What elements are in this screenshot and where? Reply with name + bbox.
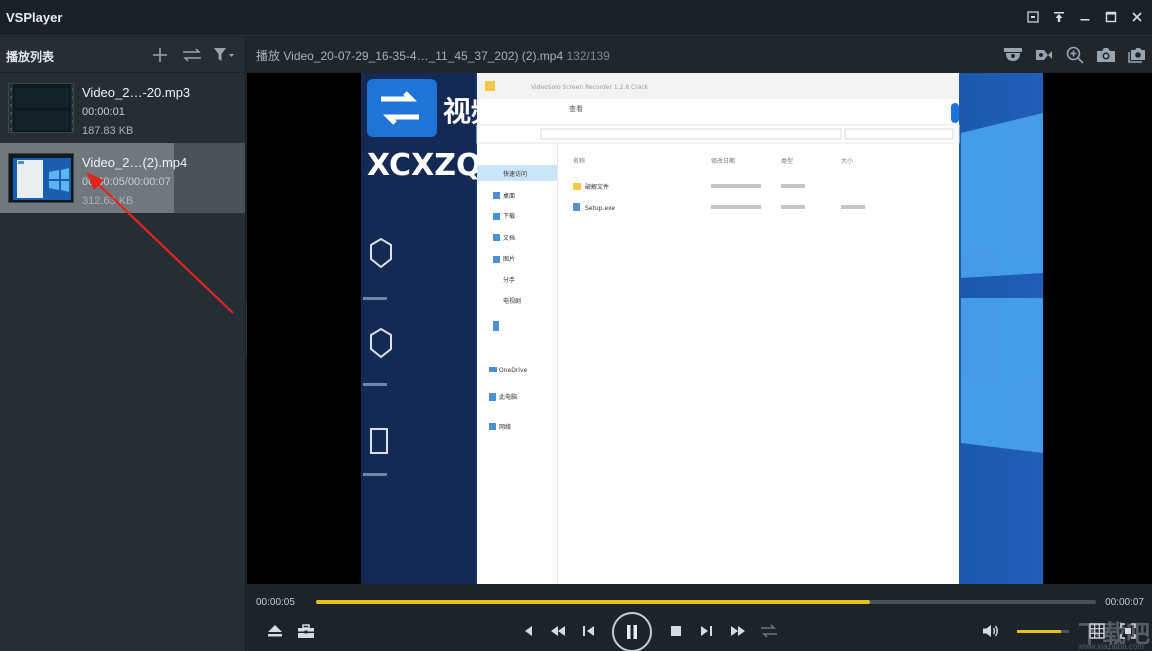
window-controls xyxy=(1024,8,1146,26)
minimize-icon[interactable] xyxy=(1076,8,1094,26)
app-title: VSPlayer xyxy=(6,10,62,25)
banner-text: XCXZQ xyxy=(367,148,481,183)
column-header: 名称 xyxy=(573,157,585,165)
pause-icon xyxy=(625,624,639,640)
explorer-tab: 查看 xyxy=(569,104,583,113)
nav-item: 电视剧 xyxy=(503,297,521,305)
stop-icon[interactable] xyxy=(664,621,688,641)
audio-thumbnail xyxy=(8,83,74,133)
batch-snapshot-icon[interactable] xyxy=(1126,44,1148,66)
column-header: 修改日期 xyxy=(711,157,735,165)
pin-icon[interactable] xyxy=(1050,8,1068,26)
nav-item: 网络 xyxy=(499,423,511,431)
volume-icon[interactable] xyxy=(979,621,1003,641)
playlist-item-name: Video_2…-20.mp3 xyxy=(82,85,190,100)
nav-item: 桌面 xyxy=(503,192,515,200)
file-row: 破解文件 xyxy=(585,183,609,191)
step-back-icon[interactable] xyxy=(577,621,601,641)
dome-camera-icon[interactable] xyxy=(1002,44,1024,66)
now-playing-label: 播放 Video_20-07-29_16-35-4…_11_45_37_202)… xyxy=(256,47,610,64)
file-row: Setup.exe xyxy=(585,205,615,212)
loop-mode-icon[interactable] xyxy=(181,45,203,65)
frame-counter: 132/139 xyxy=(566,49,609,63)
rewind-icon[interactable] xyxy=(546,621,570,641)
volume-level xyxy=(1017,630,1061,633)
current-time: 00:00:05 xyxy=(256,597,295,608)
playlist-header: 播放列表 xyxy=(0,37,245,73)
playlist-item[interactable]: Video_2…-20.mp3 00:00:01 187.83 KB xyxy=(0,73,245,143)
playlist-item-size: 187.83 KB xyxy=(82,125,133,137)
mini-mode-icon[interactable] xyxy=(1024,8,1042,26)
snapshot-icon[interactable] xyxy=(1095,44,1117,66)
nav-item: 下载 xyxy=(503,212,515,220)
volume-slider[interactable] xyxy=(1017,630,1069,633)
nav-item: 分手 xyxy=(503,276,515,284)
title-bar: VSPlayer xyxy=(0,0,1152,36)
playlist-item-duration: 00:00:05/00:00:07 xyxy=(82,176,171,188)
playlist-item-name: Video_2…(2).mp4 xyxy=(82,155,187,170)
player-area: 播放 Video_20-07-29_16-35-4…_11_45_37_202)… xyxy=(247,37,1152,651)
playlist-item-selected[interactable]: Video_2…(2).mp4 00:00:05/00:00:07 312.63… xyxy=(0,143,245,213)
watermark-url: www.xiazaiba.com xyxy=(1078,642,1144,651)
playlist-panel: 播放列表 xyxy=(0,37,246,651)
playlist-item-size: 312.63 KB xyxy=(82,195,133,207)
nav-item: 此电脑 xyxy=(499,393,517,401)
player-toolbar xyxy=(1002,44,1148,66)
zoom-in-icon[interactable] xyxy=(1064,44,1086,66)
close-icon[interactable] xyxy=(1128,8,1146,26)
nav-item: 图片 xyxy=(503,255,515,263)
previous-file-icon[interactable] xyxy=(516,621,540,641)
add-icon[interactable] xyxy=(149,45,171,65)
nav-item: 快速访问 xyxy=(503,170,527,178)
playlist-item-duration: 00:00:01 xyxy=(82,106,125,118)
fisheye-icon[interactable] xyxy=(1033,44,1055,66)
playback-controls: 00:00:05 00:00:07 xyxy=(247,584,1152,651)
column-header: 大小 xyxy=(841,157,853,165)
playlist-toolbar xyxy=(149,45,235,65)
seek-bar[interactable] xyxy=(316,600,1096,604)
maximize-icon[interactable] xyxy=(1102,8,1120,26)
fast-forward-icon[interactable] xyxy=(726,621,750,641)
step-forward-icon[interactable] xyxy=(694,621,718,641)
toolbox-icon[interactable] xyxy=(294,621,318,641)
filter-icon[interactable] xyxy=(213,45,235,65)
video-thumbnail xyxy=(8,153,74,203)
column-header: 类型 xyxy=(781,157,793,165)
eject-icon[interactable] xyxy=(263,621,287,641)
video-canvas[interactable]: 视频 XCXZQ VideoSolo Screen Recorder 1.2.8… xyxy=(361,73,1043,584)
total-time: 00:00:07 xyxy=(1105,597,1144,608)
seek-progress xyxy=(316,600,870,604)
playlist-title: 播放列表 xyxy=(6,48,54,65)
status-prefix: 播放 xyxy=(256,49,280,63)
explorer-title: VideoSolo Screen Recorder 1.2.8 Crack xyxy=(531,84,649,91)
pause-button[interactable] xyxy=(612,612,652,651)
sync-icon[interactable] xyxy=(757,621,781,641)
player-header: 播放 Video_20-07-29_16-35-4…_11_45_37_202)… xyxy=(247,37,1152,73)
now-playing-filename: Video_20-07-29_16-35-4…_11_45_37_202) (2… xyxy=(283,49,563,63)
nav-item: 文档 xyxy=(503,234,515,242)
nav-item: OneDrive xyxy=(499,367,528,374)
